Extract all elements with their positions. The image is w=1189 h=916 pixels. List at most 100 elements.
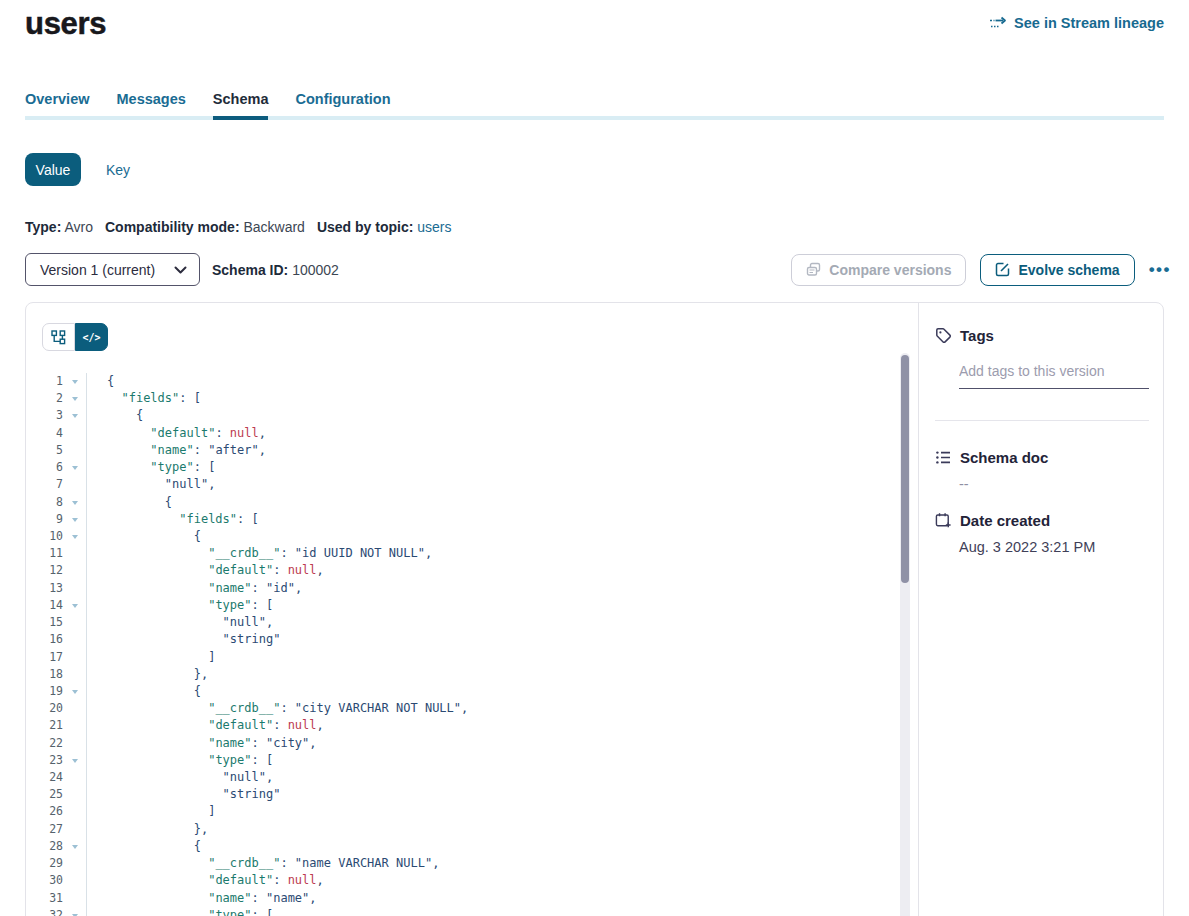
version-select[interactable]: Version 1 (current)	[25, 253, 200, 286]
fold-toggle[interactable]	[63, 390, 86, 407]
code-line: 12 "default": null,	[42, 562, 918, 579]
line-number: 28	[42, 838, 63, 855]
code-line: 24 "null",	[42, 769, 918, 786]
line-number: 8	[42, 494, 63, 511]
code-line: 26 ]	[42, 803, 918, 820]
code-line: 19 {	[42, 683, 918, 700]
line-number: 13	[42, 580, 63, 597]
tab-track	[25, 116, 1164, 120]
code-line: 22 "name": "city",	[42, 735, 918, 752]
line-number: 7	[42, 476, 63, 493]
code-line: 16 "string"	[42, 631, 918, 648]
tree-view-button[interactable]	[42, 323, 75, 351]
code-line: 4 "default": null,	[42, 425, 918, 442]
date-created-title: Date created	[960, 512, 1050, 529]
fold-toggle[interactable]	[63, 373, 86, 390]
code-line: 23 "type": [	[42, 752, 918, 769]
view-toggle: </>	[42, 323, 108, 351]
fold-toggle	[63, 890, 86, 907]
fold-toggle	[63, 562, 86, 579]
fold-toggle	[63, 786, 86, 803]
schema-page: users See in Stream lineage Overview Mess…	[0, 0, 1189, 916]
code-line: 6 "type": [	[42, 459, 918, 476]
fold-toggle[interactable]	[63, 683, 86, 700]
fold-toggle[interactable]	[63, 459, 86, 476]
more-actions-button[interactable]: •••	[1149, 260, 1171, 280]
fold-toggle	[63, 700, 86, 717]
schema-id-value: 100002	[292, 262, 339, 278]
line-number: 14	[42, 597, 63, 614]
code-line: 18 },	[42, 666, 918, 683]
value-toggle-button[interactable]: Value	[25, 153, 81, 186]
tab-overview[interactable]: Overview	[25, 91, 90, 120]
type-value: Avro	[64, 219, 93, 235]
fold-toggle	[63, 649, 86, 666]
line-number: 15	[42, 614, 63, 631]
line-number: 22	[42, 735, 63, 752]
code-line: 2 "fields": [	[42, 390, 918, 407]
fold-toggle[interactable]	[63, 407, 86, 424]
line-number: 4	[42, 425, 63, 442]
topic-link[interactable]: users	[417, 219, 451, 235]
line-number: 23	[42, 752, 63, 769]
schema-id-label: Schema ID:	[212, 262, 288, 278]
line-number: 20	[42, 700, 63, 717]
page-title: users	[25, 6, 106, 42]
code-line: 3 {	[42, 407, 918, 424]
line-number: 16	[42, 631, 63, 648]
code-view-button[interactable]: </>	[75, 323, 108, 351]
code-line: 17 ]	[42, 649, 918, 666]
tab-schema[interactable]: Schema	[213, 91, 269, 120]
chevron-down-icon	[174, 266, 187, 274]
fold-toggle[interactable]	[63, 511, 86, 528]
fold-toggle[interactable]	[63, 838, 86, 855]
code-line: 21 "default": null,	[42, 717, 918, 734]
line-number: 10	[42, 528, 63, 545]
line-number: 1	[42, 373, 63, 390]
fold-toggle	[63, 821, 86, 838]
scrollbar-thumb[interactable]	[901, 355, 909, 583]
line-number: 12	[42, 562, 63, 579]
tab-configuration[interactable]: Configuration	[295, 91, 390, 120]
fold-toggle	[63, 442, 86, 459]
sidebar-divider	[935, 420, 1149, 421]
key-toggle-button[interactable]: Key	[106, 162, 130, 178]
fold-toggle	[63, 545, 86, 562]
editor-scrollbar[interactable]	[900, 353, 910, 916]
code-line: 11 "__crdb__": "id UUID NOT NULL",	[42, 545, 918, 562]
fold-toggle[interactable]	[63, 907, 86, 916]
fold-toggle[interactable]	[63, 597, 86, 614]
topic-label: Used by topic:	[317, 219, 413, 235]
line-number: 19	[42, 683, 63, 700]
line-number: 25	[42, 786, 63, 803]
fold-toggle[interactable]	[63, 494, 86, 511]
fold-toggle[interactable]	[63, 752, 86, 769]
tree-view-icon	[51, 330, 66, 345]
fold-toggle	[63, 614, 86, 631]
compare-versions-button[interactable]: Compare versions	[791, 254, 966, 286]
code-line: 31 "name": "name",	[42, 890, 918, 907]
fold-toggle[interactable]	[63, 528, 86, 545]
stream-lineage-icon	[989, 16, 1007, 31]
tag-icon	[935, 327, 952, 344]
tab-bar: Overview Messages Schema Configuration	[25, 91, 1164, 120]
edit-icon	[995, 262, 1010, 277]
code-line: 29 "__crdb__": "name VARCHAR NULL",	[42, 855, 918, 872]
line-number: 6	[42, 459, 63, 476]
evolve-schema-button[interactable]: Evolve schema	[980, 254, 1134, 286]
schema-doc-value: --	[959, 476, 1149, 492]
tab-messages[interactable]: Messages	[117, 91, 186, 120]
code-line: 7 "null",	[42, 476, 918, 493]
code-line: 8 {	[42, 494, 918, 511]
calendar-plus-icon	[935, 512, 952, 529]
code-line: 10 {	[42, 528, 918, 545]
line-number: 24	[42, 769, 63, 786]
stream-lineage-link[interactable]: See in Stream lineage	[989, 15, 1164, 31]
line-number: 2	[42, 390, 63, 407]
code-line: 28 {	[42, 838, 918, 855]
type-label: Type:	[25, 219, 61, 235]
line-number: 11	[42, 545, 63, 562]
line-number: 26	[42, 803, 63, 820]
tags-input[interactable]	[959, 363, 1149, 389]
line-number: 5	[42, 442, 63, 459]
